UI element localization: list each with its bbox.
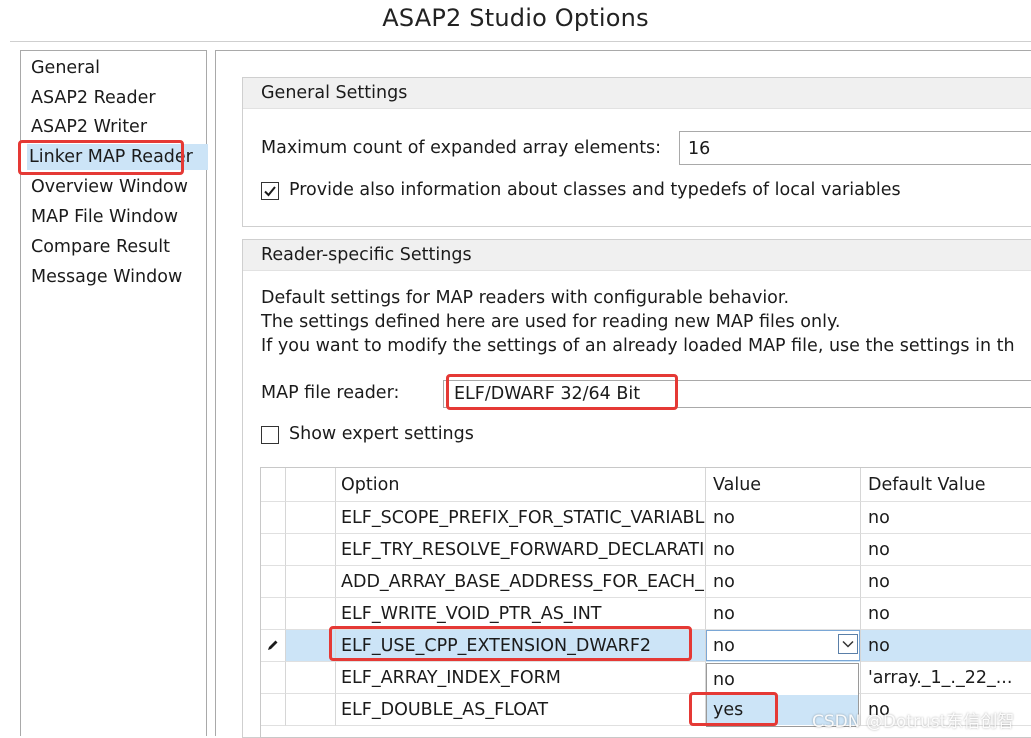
highlight-yes-option: [689, 692, 778, 726]
option-name: ELF_DOUBLE_AS_FLOAT: [336, 694, 706, 726]
general-settings-group: General Settings Maximum count of expand…: [242, 77, 1031, 227]
table-row[interactable]: ELF_TRY_RESOLVE_FORWARD_DECLARATIONS no …: [261, 534, 1031, 566]
option-name: ELF_TRY_RESOLVE_FORWARD_DECLARATIONS: [336, 534, 706, 566]
row-blank: [286, 566, 336, 598]
reader-options-grid: Option Value Default Value ELF_SCOPE_PRE…: [260, 467, 1031, 738]
reader-settings-header: Reader-specific Settings: [243, 240, 1031, 271]
grid-header-blank: [286, 468, 336, 502]
nav-item-general[interactable]: General: [29, 55, 102, 81]
reader-description-line-3: If you want to modify the settings of an…: [261, 336, 1015, 356]
table-row[interactable]: ADD_ARRAY_BASE_ADDRESS_FOR_EACH_ELEMENT …: [261, 566, 1031, 598]
option-value[interactable]: no: [706, 502, 861, 534]
column-header-option[interactable]: Option: [336, 468, 706, 502]
option-value[interactable]: no: [706, 566, 861, 598]
row-indicator: [261, 534, 286, 566]
option-value[interactable]: no: [706, 534, 861, 566]
row-indicator: [261, 598, 286, 630]
nav-item-compare-result[interactable]: Compare Result: [29, 234, 172, 260]
grid-header-indicator: [261, 468, 286, 502]
nav-item-map-file-window[interactable]: MAP File Window: [29, 204, 180, 230]
row-indicator: [261, 502, 286, 534]
dropdown-option-no[interactable]: no: [707, 665, 858, 695]
checkmark-icon: [264, 186, 276, 197]
nav-item-asap2-writer[interactable]: ASAP2 Writer: [29, 114, 149, 140]
nav-item-overview-window[interactable]: Overview Window: [29, 174, 190, 200]
window-title: ASAP2 Studio Options: [382, 4, 649, 32]
max-count-input[interactable]: 16: [679, 131, 1031, 165]
option-name: ADD_ARRAY_BASE_ADDRESS_FOR_EACH_ELEMENT: [336, 566, 706, 598]
value-combobox[interactable]: no: [706, 630, 861, 662]
option-default: no: [861, 534, 1031, 566]
option-default: 'array._1_._22_...: [861, 662, 1031, 694]
row-indicator: [261, 566, 286, 598]
reader-description-line-2: The settings defined here are used for r…: [261, 312, 841, 332]
map-reader-label: MAP file reader:: [261, 383, 400, 403]
row-blank: [286, 534, 336, 566]
grid-header-row: Option Value Default Value: [261, 468, 1031, 502]
row-blank: [286, 694, 336, 726]
nav-item-asap2-reader[interactable]: ASAP2 Reader: [29, 85, 158, 111]
reader-description-line-1: Default settings for MAP readers with co…: [261, 288, 790, 308]
option-default: no: [861, 566, 1031, 598]
row-blank: [286, 598, 336, 630]
show-expert-checkbox[interactable]: [261, 426, 279, 444]
combobox-dropdown-button[interactable]: [838, 634, 858, 654]
column-header-value[interactable]: Value: [706, 468, 861, 502]
pencil-edit-icon: [268, 640, 278, 650]
highlight-option-row: [329, 626, 692, 661]
provide-info-label: Provide also information about classes a…: [289, 180, 901, 200]
chevron-down-icon: [842, 640, 854, 648]
general-settings-header: General Settings: [243, 78, 1031, 109]
max-count-label: Maximum count of expanded array elements…: [261, 138, 662, 158]
option-value[interactable]: no: [706, 598, 861, 630]
option-default: no: [861, 598, 1031, 630]
row-indicator: [261, 694, 286, 726]
row-blank: [286, 502, 336, 534]
value-combobox-text[interactable]: no: [706, 630, 860, 661]
row-blank: [286, 662, 336, 694]
show-expert-label: Show expert settings: [289, 424, 474, 444]
table-row[interactable]: ELF_ARRAY_INDEX_FORM 'array._1_._22_...: [261, 662, 1031, 694]
row-indicator: [261, 630, 286, 662]
nav-item-message-window[interactable]: Message Window: [29, 264, 184, 290]
watermark-text: CSDN @Dotrust东信创智: [812, 712, 1015, 732]
title-divider: [10, 41, 1031, 42]
highlight-map-reader: [446, 374, 678, 410]
option-name: ELF_SCOPE_PREFIX_FOR_STATIC_VARIABLES: [336, 502, 706, 534]
option-default: no: [861, 502, 1031, 534]
table-row[interactable]: ELF_SCOPE_PREFIX_FOR_STATIC_VARIABLES no…: [261, 502, 1031, 534]
highlight-nav-linker-map-reader: [18, 140, 184, 175]
column-header-default[interactable]: Default Value: [861, 468, 1031, 502]
option-name: ELF_ARRAY_INDEX_FORM: [336, 662, 706, 694]
provide-info-checkbox[interactable]: [261, 182, 279, 200]
row-indicator: [261, 662, 286, 694]
option-default: no: [861, 630, 1031, 662]
